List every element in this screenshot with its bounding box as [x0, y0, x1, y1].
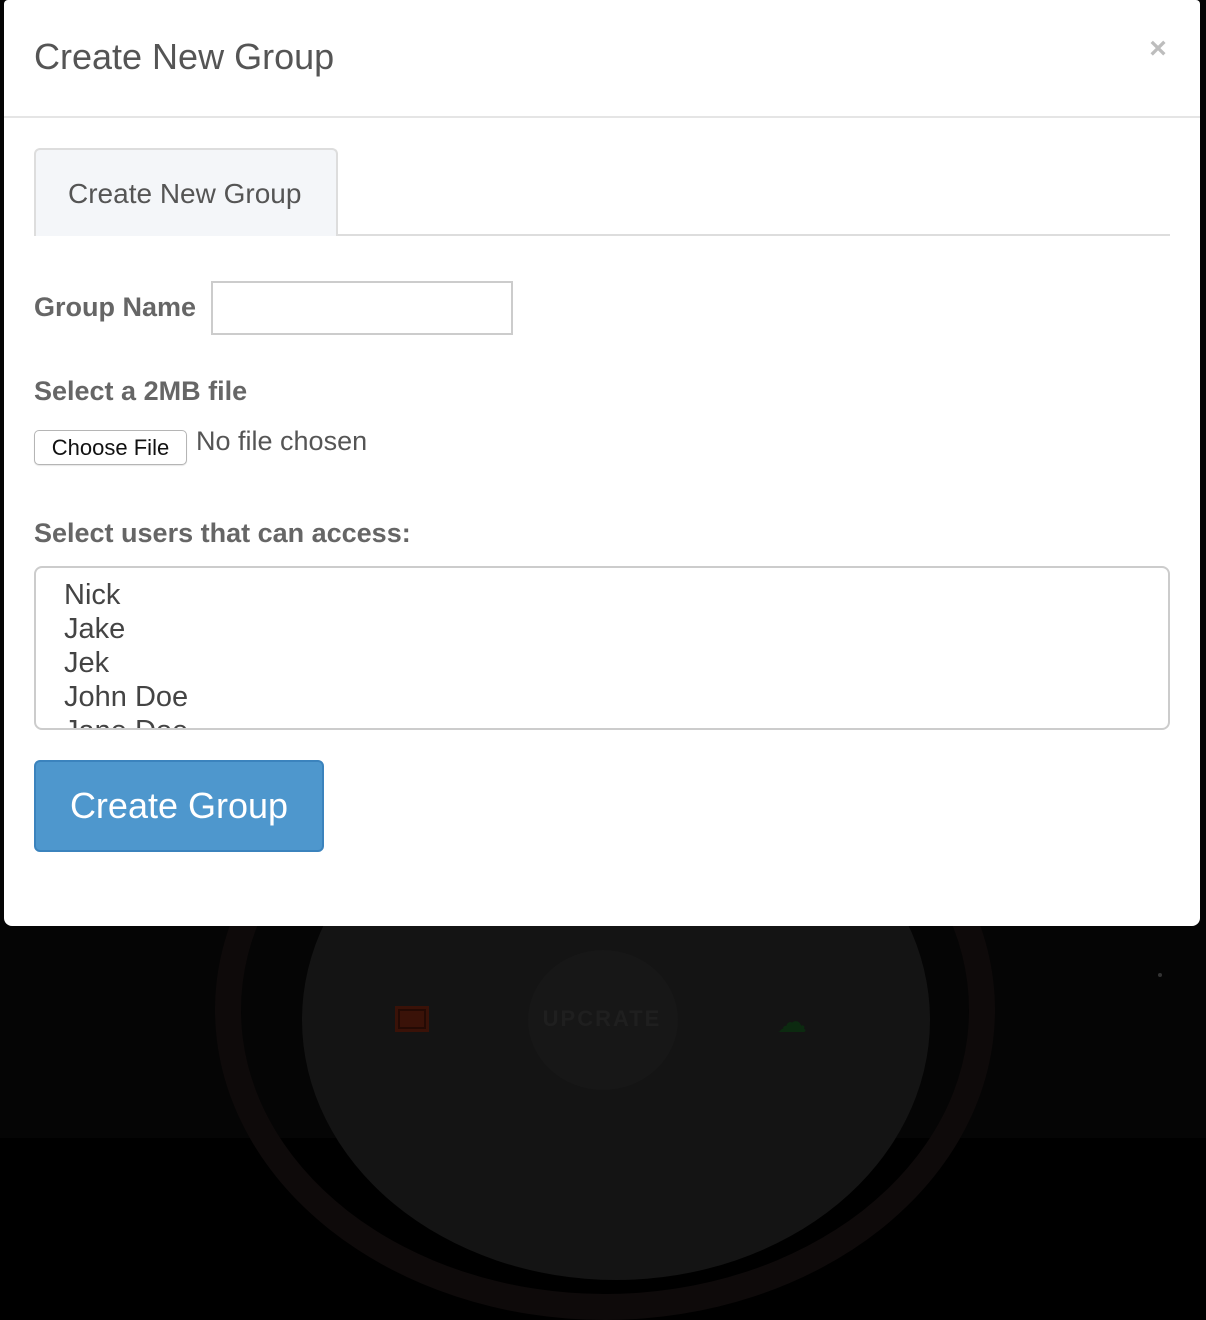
users-label: Select users that can access: [34, 518, 411, 548]
file-status: No file chosen [196, 426, 368, 456]
choose-file-button[interactable]: Choose File [34, 430, 187, 465]
modal-title: Create New Group [34, 36, 335, 77]
user-option[interactable]: Jane Doe [64, 714, 1168, 728]
background-logo-text: UPCRATE [542, 1006, 662, 1031]
tab-label: Create New Group [68, 178, 302, 209]
modal-body: Create New Group Group Name Select a 2MB… [34, 148, 1170, 852]
group-name-input[interactable] [211, 281, 513, 335]
user-option[interactable]: Jek [64, 646, 1168, 680]
create-group-modal: Create New Group × Create New Group Grou… [4, 0, 1200, 926]
user-option[interactable]: Jake [64, 612, 1168, 646]
user-option[interactable]: John Doe [64, 680, 1168, 714]
close-icon[interactable]: × [1146, 34, 1170, 64]
tab-bar: Create New Group [34, 148, 1170, 236]
mail-icon [395, 1006, 429, 1032]
tab-create-new-group[interactable]: Create New Group [34, 148, 338, 236]
file-label: Select a 2MB file [34, 376, 248, 406]
group-name-label: Group Name [34, 292, 197, 322]
modal-header: Create New Group × [4, 0, 1200, 118]
user-option[interactable]: Nick [64, 578, 1168, 612]
create-group-button[interactable]: Create Group [34, 760, 324, 852]
background-star [1158, 973, 1162, 977]
cloud-upload-icon: ☁ [777, 1006, 807, 1039]
user-multiselect[interactable]: Nick Jake Jek John Doe Jane Doe [34, 566, 1170, 730]
